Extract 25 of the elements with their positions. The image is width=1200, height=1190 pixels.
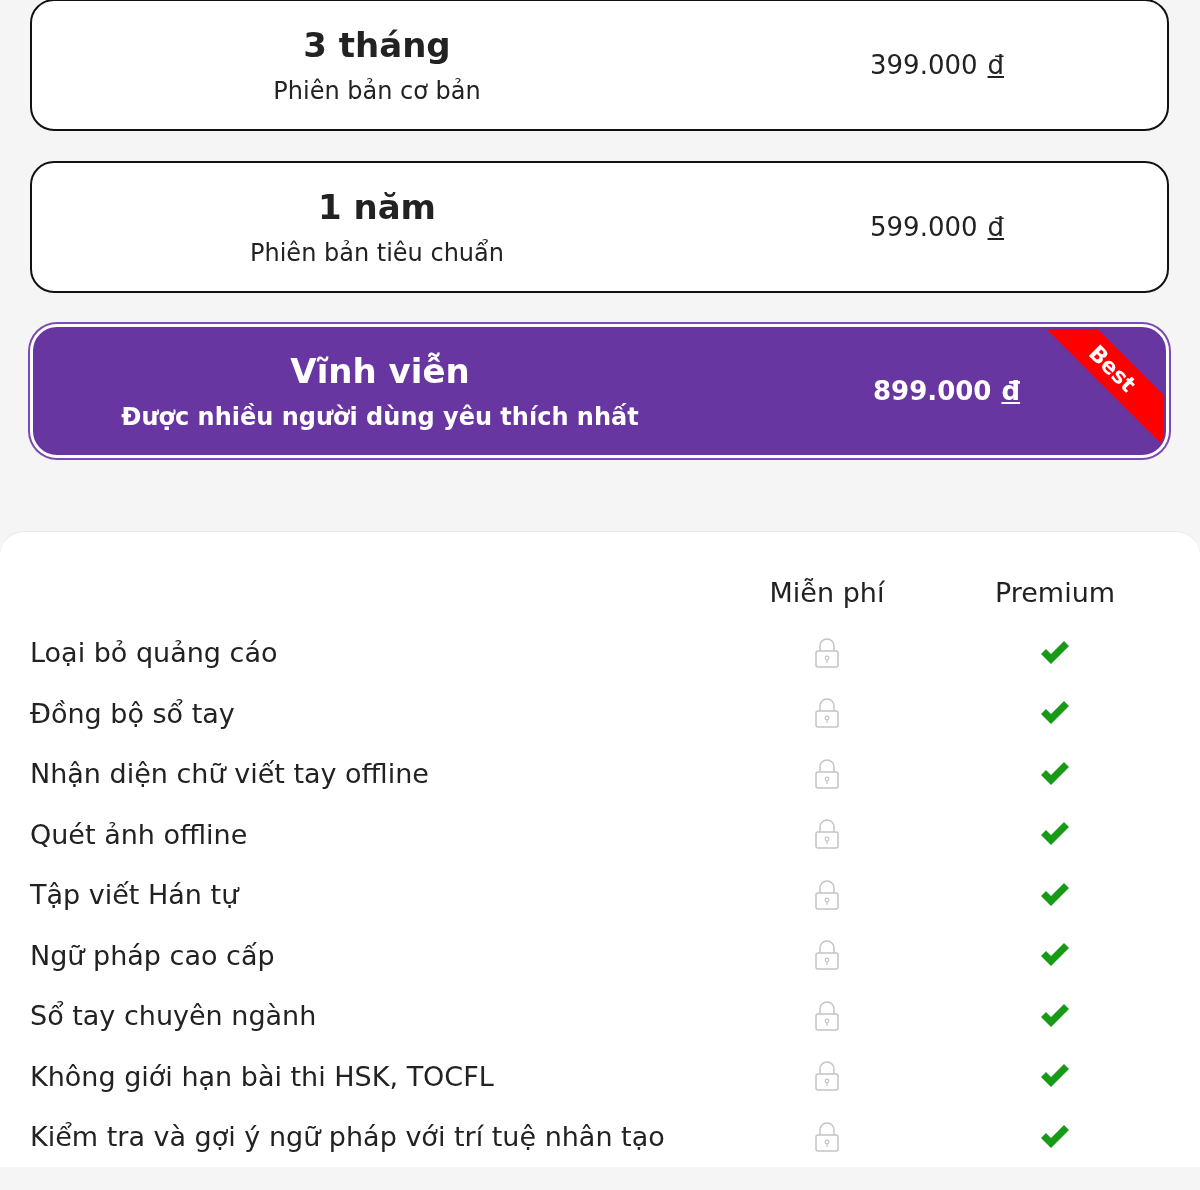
plan-card[interactable]: 3 tháng Phiên bản cơ bản 399.000 đ	[30, 0, 1169, 131]
plan-subtitle: Phiên bản cơ bản	[273, 77, 481, 105]
feature-label: Không giới hạn bài thi HSK, TOCFL	[30, 1059, 495, 1094]
plan-duration: 3 tháng	[303, 25, 451, 65]
feature-label: Loại bỏ quảng cáo	[30, 636, 279, 671]
plan-price: 899.000	[873, 376, 992, 406]
plan-subtitle: Được nhiều người dùng yêu thích nhất	[121, 403, 639, 431]
currency-symbol: đ	[1001, 376, 1021, 406]
currency-symbol: đ	[987, 212, 1005, 242]
column-header: Premium	[993, 575, 1117, 610]
feature-label: Đồng bộ sổ tay	[30, 696, 236, 731]
column-header: Miễn phí	[768, 575, 886, 610]
feature-label: Ngữ pháp cao cấp	[30, 938, 276, 973]
currency-symbol: đ	[987, 50, 1005, 80]
feature-label: Kiểm tra và gợi ý ngữ pháp với trí tuệ nhân tạo	[30, 1120, 666, 1155]
plan-subtitle: Phiên bản tiêu chuẩn	[250, 239, 504, 267]
plan-card[interactable]: 1 năm Phiên bản tiêu chuẩn 599.000 đ	[30, 161, 1169, 293]
plan-duration: Vĩnh viễn	[290, 351, 470, 391]
feature-label: Nhận diện chữ viết tay offline	[30, 757, 430, 792]
feature-label: Sổ tay chuyên ngành	[30, 999, 318, 1034]
plan-price: 599.000	[870, 212, 978, 242]
feature-label: Tập viết Hán tự	[30, 878, 241, 913]
feature-label: Quét ảnh offline	[30, 817, 249, 852]
plan-duration: 1 năm	[317, 187, 437, 227]
plan-price: 399.000	[870, 50, 978, 80]
